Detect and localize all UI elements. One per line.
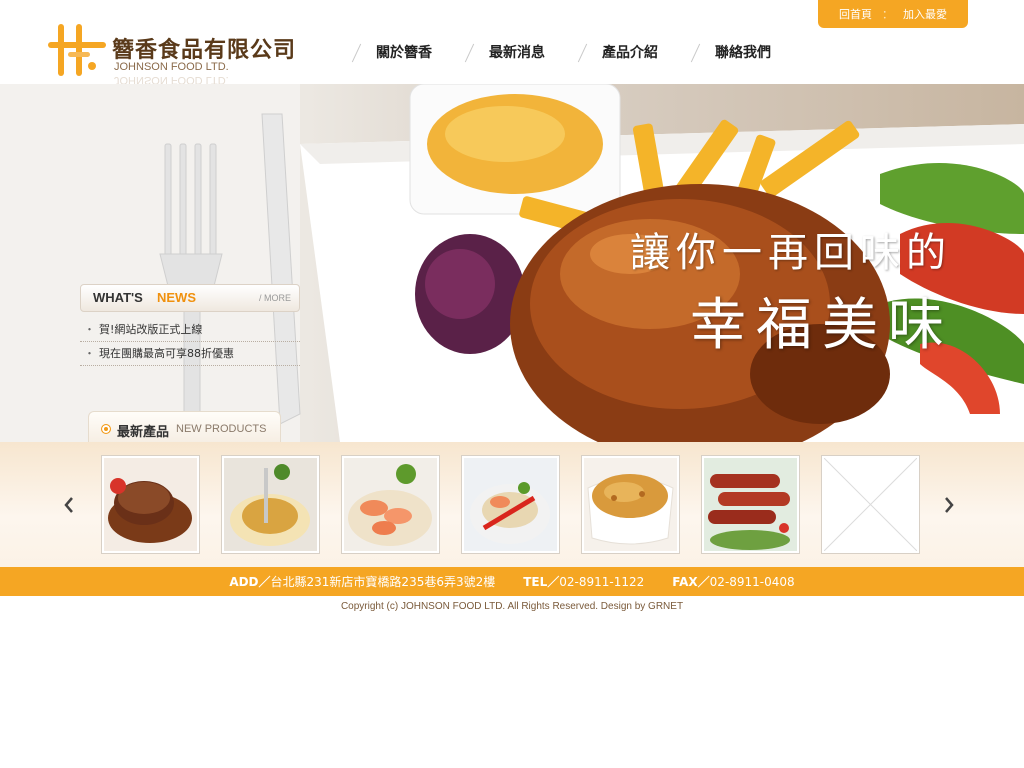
steak-image (104, 458, 197, 551)
chevron-left-icon[interactable] (62, 495, 76, 515)
nav-item-label: 聯絡我們 (715, 45, 771, 61)
sausage-image (704, 458, 797, 551)
topbar-separator: ： (882, 8, 893, 21)
logo[interactable]: 簪香食品有限公司 JOHNSON FOOD LTD. JOHNSON FOOD … (48, 18, 308, 88)
product-carousel (0, 442, 1024, 567)
product-thumb-gratin[interactable] (581, 455, 680, 554)
nav-divider (572, 41, 602, 63)
nav-item-contact[interactable]: 聯絡我們 (685, 40, 798, 64)
logo-mark-icon (48, 24, 106, 76)
news-bullet: ・ (84, 323, 95, 336)
news-item-text: 現在團購最高可享88折優惠 (99, 347, 234, 360)
top-utility-bar: 回首頁 ： 加入最愛 (818, 0, 968, 28)
tel-value: 02-8911-1122 (559, 575, 645, 589)
address-label: ADD／ (229, 575, 271, 589)
nav-item-label: 最新消息 (489, 45, 545, 61)
news-header: WHAT'S NEWS / MORE (80, 284, 300, 312)
site-header: 簪香食品有限公司 JOHNSON FOOD LTD. JOHNSON FOOD … (0, 0, 1024, 86)
product-thumb-pasta[interactable] (221, 455, 320, 554)
add-favorite-link[interactable]: 加入最愛 (903, 6, 947, 22)
hero-banner: 讓你一再回味的 幸福美味 (0, 84, 1024, 442)
address-value: 台北縣231新店市寶橋路235巷6弄3號2樓 (270, 575, 496, 589)
hero-slogan-line1: 讓你一再回味的 (630, 230, 952, 276)
nav-item-news[interactable]: 最新消息 (459, 40, 572, 64)
fax-label: FAX／ (672, 575, 710, 589)
shrimp-salad-image (464, 458, 557, 551)
news-box: WHAT'S NEWS / MORE ・賀!網站改版正式上線 ・現在團購最高可享… (80, 284, 300, 366)
fax-value: 02-8911-0408 (709, 575, 795, 589)
nav-item-products[interactable]: 產品介紹 (572, 40, 685, 64)
footer-tel: TEL／02-8911-1122 (523, 573, 644, 590)
news-list: ・賀!網站改版正式上線 ・現在團購最高可享88折優惠 (80, 318, 300, 366)
news-bullet: ・ (84, 347, 95, 360)
placeholder-image (824, 458, 917, 551)
chevron-right-icon[interactable] (942, 495, 956, 515)
product-thumb-steak[interactable] (101, 455, 200, 554)
news-more-link[interactable]: / MORE (259, 293, 291, 303)
new-products-title-en: NEW PRODUCTS (176, 423, 267, 435)
company-name: 簪香食品有限公司 (112, 38, 297, 63)
new-products-tab: 最新產品 NEW PRODUCTS (88, 411, 281, 443)
product-thumbnails (101, 455, 920, 554)
nav-item-label: 關於簪香 (376, 45, 432, 61)
shrimp-rice-image (344, 458, 437, 551)
product-thumb-shrimp-salad[interactable] (461, 455, 560, 554)
footer-contact-bar: ADD／台北縣231新店市寶橋路235巷6弄3號2樓 TEL／02-8911-1… (0, 567, 1024, 596)
news-title-whats: WHAT'S (93, 290, 143, 305)
hero-slogan-line2: 幸福美味 (690, 293, 954, 358)
bullet-circle-icon (101, 424, 111, 434)
main-nav: 關於簪香 最新消息 產品介紹 聯絡我們 (346, 40, 798, 64)
news-item[interactable]: ・賀!網站改版正式上線 (80, 318, 300, 342)
pasta-image (224, 458, 317, 551)
new-products-title-zh: 最新產品 (117, 425, 170, 440)
nav-divider (459, 41, 489, 63)
product-thumb-placeholder[interactable] (821, 455, 920, 554)
product-thumb-shrimp-rice[interactable] (341, 455, 440, 554)
gratin-image (584, 458, 677, 551)
company-name-en: JOHNSON FOOD LTD. (114, 61, 229, 73)
home-link[interactable]: 回首頁 (839, 6, 872, 22)
news-title-news: NEWS (157, 290, 196, 305)
nav-divider (685, 41, 715, 63)
news-item[interactable]: ・現在團購最高可享88折優惠 (80, 342, 300, 366)
nav-divider (346, 41, 376, 63)
news-item-text: 賀!網站改版正式上線 (99, 323, 203, 336)
nav-item-about[interactable]: 關於簪香 (346, 40, 459, 64)
footer-fax: FAX／02-8911-0408 (672, 573, 794, 590)
nav-item-label: 產品介紹 (602, 45, 658, 61)
tel-label: TEL／ (523, 575, 560, 589)
product-thumb-sausage[interactable] (701, 455, 800, 554)
copyright-text: Copyright (c) JOHNSON FOOD LTD. All Righ… (340, 601, 684, 612)
footer-address: ADD／台北縣231新店市寶橋路235巷6弄3號2樓 (229, 573, 495, 590)
